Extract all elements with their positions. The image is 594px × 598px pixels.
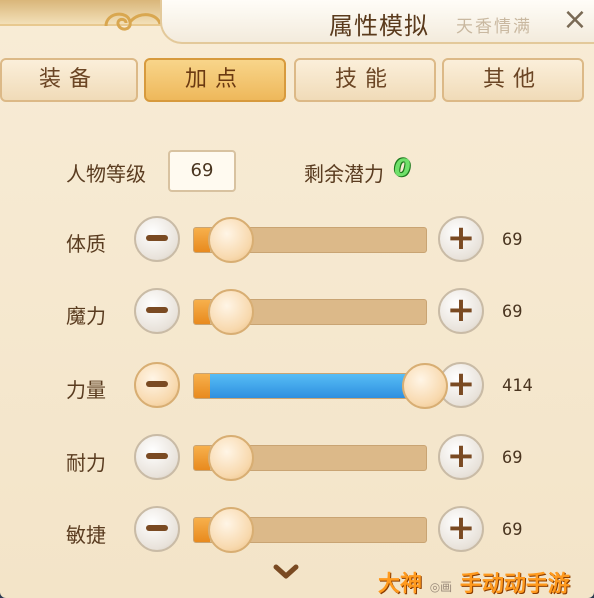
title-decoration-text: 天香情满 (456, 17, 532, 37)
increase-magic-button[interactable]: + (438, 288, 484, 334)
decrease-constitution-button[interactable] (134, 216, 180, 262)
watermark-small-text: ◎画 (429, 580, 453, 594)
potential-value: 0 (394, 154, 411, 182)
watermark-left-text: 大神 (378, 572, 423, 597)
watermark: 大神 ◎画 手动动手游 (378, 566, 570, 598)
tab-equipment[interactable]: 装备 (0, 58, 138, 102)
minus-icon (146, 452, 168, 459)
decrease-agility-button[interactable] (134, 506, 180, 552)
plus-icon: + (446, 508, 476, 548)
attribute-label-constitution: 体质 (66, 232, 106, 256)
tab-add-points[interactable]: 加点 (144, 58, 286, 102)
plus-icon: + (446, 290, 476, 330)
minus-icon (146, 306, 168, 313)
constitution-slider-handle[interactable] (208, 217, 254, 263)
increase-endurance-button[interactable]: + (438, 434, 484, 480)
decrease-strength-button[interactable] (134, 362, 180, 408)
title-bar: 属性模拟 天香情满 × (160, 0, 594, 44)
level-input[interactable]: 69 (168, 150, 236, 192)
added-fill (210, 374, 426, 398)
potential-label: 剩余潜力 (304, 162, 384, 186)
strength-value: 414 (502, 376, 533, 396)
endurance-value: 69 (502, 448, 523, 468)
constitution-value: 69 (502, 230, 523, 250)
decrease-endurance-button[interactable] (134, 434, 180, 480)
attribute-label-endurance: 耐力 (66, 451, 106, 475)
minus-icon (146, 380, 168, 387)
plus-icon: + (446, 218, 476, 258)
endurance-slider-handle[interactable] (208, 435, 254, 481)
tab-other[interactable]: 其他 (442, 58, 584, 102)
magic-slider-handle[interactable] (208, 289, 254, 335)
base-fill (194, 374, 210, 398)
tab-bar: 装备 加点 技能 其他 (0, 58, 594, 104)
plus-icon: + (446, 364, 476, 404)
plus-icon: + (446, 436, 476, 476)
decrease-magic-button[interactable] (134, 288, 180, 334)
increase-agility-button[interactable]: + (438, 506, 484, 552)
attribute-label-strength: 力量 (66, 378, 106, 402)
strength-slider-handle[interactable] (402, 363, 448, 409)
attribute-simulator-panel: 属性模拟 天香情满 × 装备 加点 技能 其他 人物等级 69 剩余潜力 0 体… (0, 0, 594, 598)
cloud-ornament-icon (104, 12, 162, 31)
attribute-label-agility: 敏捷 (66, 523, 106, 547)
tab-skills[interactable]: 技能 (294, 58, 436, 102)
attribute-label-magic: 魔力 (66, 304, 106, 328)
minus-icon (146, 234, 168, 241)
chevron-down-icon[interactable] (272, 562, 300, 582)
close-button[interactable]: × (562, 2, 588, 38)
increase-constitution-button[interactable]: + (438, 216, 484, 262)
agility-value: 69 (502, 520, 523, 540)
strength-slider-track[interactable] (193, 373, 427, 399)
magic-value: 69 (502, 302, 523, 322)
watermark-text: 手动动手游 (459, 572, 570, 597)
agility-slider-handle[interactable] (208, 507, 254, 553)
minus-icon (146, 524, 168, 531)
level-label: 人物等级 (66, 162, 146, 186)
